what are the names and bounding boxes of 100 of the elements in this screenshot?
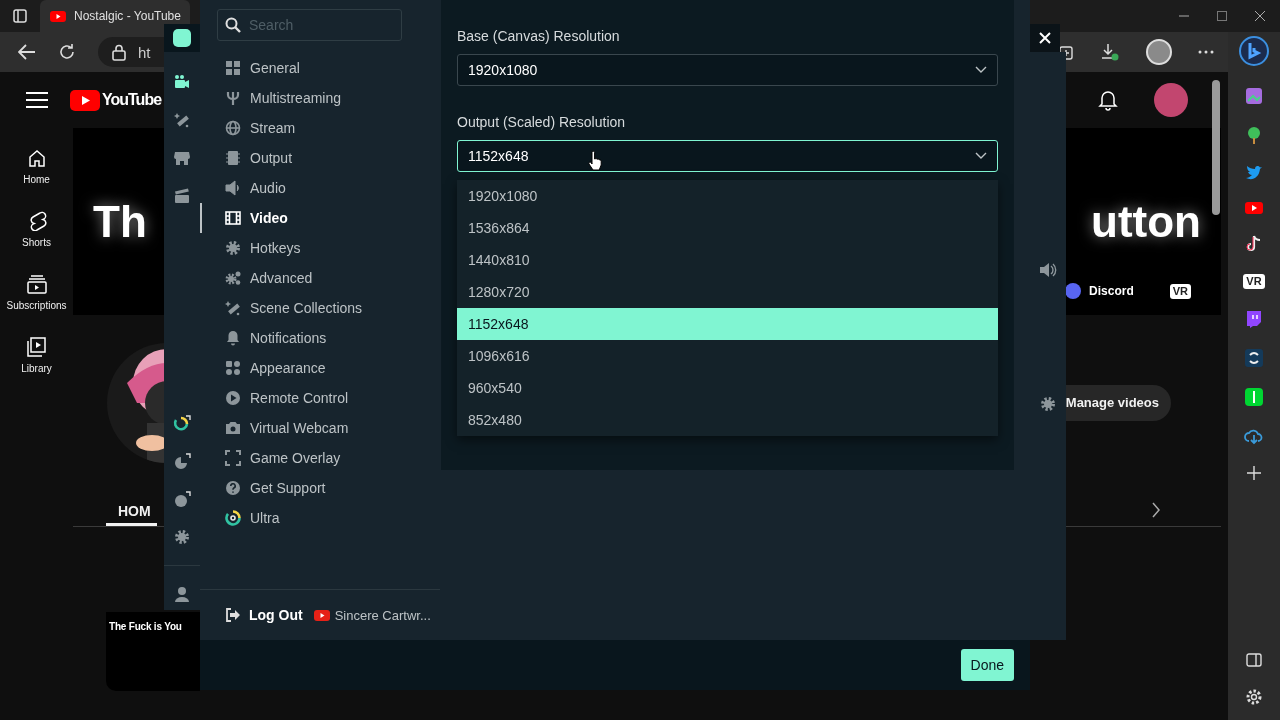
- dropdown-option[interactable]: 960x540: [457, 372, 998, 404]
- note-icon[interactable]: [1245, 235, 1263, 253]
- profile-avatar[interactable]: [1146, 39, 1172, 65]
- tree-icon[interactable]: [1245, 126, 1263, 144]
- banner-text: utton: [1091, 196, 1201, 247]
- manage-videos-button[interactable]: Manage videos: [1063, 384, 1171, 421]
- video-camera-icon[interactable]: [174, 74, 190, 90]
- settings-nav-item[interactable]: Advanced: [200, 263, 440, 293]
- nav-item[interactable]: Subscriptions: [6, 274, 67, 311]
- close-icon[interactable]: [1254, 10, 1266, 22]
- field-label: Base (Canvas) Resolution: [457, 28, 621, 44]
- user-icon[interactable]: [174, 586, 190, 602]
- nav-item[interactable]: Home: [23, 148, 50, 185]
- settings-nav-item[interactable]: Stream: [200, 113, 440, 143]
- close-icon: [1039, 32, 1051, 44]
- hand-cursor-icon: [588, 151, 602, 171]
- logout-icon: [225, 607, 241, 623]
- lock-icon: [112, 43, 126, 61]
- chevron-right-icon[interactable]: [1151, 502, 1161, 518]
- wand-icon[interactable]: [174, 112, 190, 128]
- side-panel-icon[interactable]: [1246, 653, 1262, 667]
- image-creator-icon[interactable]: [1245, 87, 1263, 105]
- back-icon[interactable]: [18, 43, 36, 61]
- close-button[interactable]: [1030, 24, 1060, 52]
- nav-item[interactable]: Library: [21, 337, 52, 374]
- channel-avatar[interactable]: [1154, 83, 1188, 117]
- field-label: Output (Scaled) Resolution: [457, 114, 627, 130]
- scrollbar-thumb[interactable]: [1212, 80, 1220, 215]
- settings-nav-item[interactable]: Scene Collections: [200, 293, 440, 323]
- settings-icon[interactable]: [174, 529, 190, 545]
- speaker-icon: [225, 180, 241, 196]
- subscriptions-icon: [26, 274, 47, 294]
- settings-nav-item[interactable]: Game Overlay: [200, 443, 440, 473]
- banner-text: Th: [93, 196, 147, 247]
- bell-icon: [225, 330, 241, 346]
- menu-icon[interactable]: [26, 91, 48, 109]
- chat-icon[interactable]: [1245, 310, 1263, 328]
- settings-nav-item[interactable]: Audio: [200, 173, 440, 203]
- vr-badge[interactable]: VR: [1169, 283, 1191, 299]
- dropdown-option[interactable]: 1096x616: [457, 340, 998, 372]
- channel-tab[interactable]: HOM: [106, 503, 157, 526]
- cloud-download-icon[interactable]: [1244, 427, 1264, 445]
- vr-badge[interactable]: VR: [1243, 274, 1265, 289]
- link-icon[interactable]: [1245, 349, 1263, 367]
- bing-icon[interactable]: [1239, 36, 1269, 66]
- settings-nav-item[interactable]: Notifications: [200, 323, 440, 353]
- refresh-icon[interactable]: [58, 43, 76, 61]
- ring-icon[interactable]: [173, 415, 191, 433]
- pie-icon[interactable]: [173, 453, 191, 471]
- maximize-icon[interactable]: [1216, 10, 1228, 22]
- youtube-icon: [313, 609, 330, 621]
- home-icon: [26, 148, 47, 168]
- settings-nav-item[interactable]: Multistreaming: [200, 83, 440, 113]
- gears-icon: [225, 270, 241, 286]
- youtube-icon: [50, 10, 66, 22]
- film-icon: [225, 210, 241, 226]
- youtube-icon[interactable]: [1245, 202, 1263, 214]
- ring-icon: [225, 510, 241, 526]
- settings-nav-item[interactable]: General: [200, 53, 440, 83]
- download-icon[interactable]: [1100, 43, 1120, 61]
- search-icon: [225, 17, 241, 33]
- dropdown-option[interactable]: 1536x864: [457, 212, 998, 244]
- settings-icon[interactable]: [1040, 396, 1056, 412]
- bell-icon[interactable]: [1098, 89, 1118, 111]
- dropdown-option[interactable]: 1920x1080: [457, 180, 998, 212]
- settings-nav-item[interactable]: Output: [200, 143, 440, 173]
- app-logo[interactable]: [173, 29, 191, 47]
- chevron-down-icon: [975, 152, 987, 160]
- search-field[interactable]: Search: [217, 9, 402, 41]
- dropdown-option[interactable]: 1440x810: [457, 244, 998, 276]
- browser-tab[interactable]: Nostalgic - YouTube: [40, 0, 190, 32]
- dropdown-option[interactable]: 852x480: [457, 404, 998, 436]
- nav-item[interactable]: Shorts: [22, 211, 51, 248]
- tab-actions-icon[interactable]: [12, 8, 28, 24]
- youtube-logo[interactable]: YouTube: [70, 89, 162, 111]
- done-button[interactable]: Done: [960, 649, 1014, 681]
- store-icon[interactable]: [174, 150, 190, 166]
- library-icon: [26, 337, 47, 357]
- dropdown-option[interactable]: 1152x648: [457, 308, 998, 340]
- gear-icon: [225, 240, 241, 256]
- more-icon[interactable]: [1198, 50, 1214, 54]
- resolution-dropdown[interactable]: 1920x1080: [457, 54, 998, 86]
- clapper-icon[interactable]: [174, 188, 190, 204]
- chevron-down-icon: [975, 66, 987, 74]
- settings-nav-item[interactable]: Virtual Webcam: [200, 413, 440, 443]
- bird-icon[interactable]: [1245, 165, 1263, 181]
- wand-icon: [225, 300, 241, 316]
- settings-nav-item[interactable]: Remote Control: [200, 383, 440, 413]
- settings-nav-item[interactable]: Ultra: [200, 503, 440, 533]
- settings-nav-item[interactable]: Appearance: [200, 353, 440, 383]
- volume-icon[interactable]: [1039, 262, 1057, 278]
- video-thumbnail[interactable]: The Fuck is You: [106, 612, 200, 691]
- settings-nav-item[interactable]: Get Support: [200, 473, 440, 503]
- thumbnail-text: The Fuck is You: [109, 621, 182, 632]
- discord-link[interactable]: Discord: [1065, 283, 1134, 299]
- resolution-dropdown[interactable]: 1152x648: [457, 140, 998, 172]
- settings-nav-item[interactable]: Hotkeys: [200, 233, 440, 263]
- plus-icon[interactable]: [1247, 466, 1261, 480]
- dropdown-option[interactable]: 1280x720: [457, 276, 998, 308]
- log-out-button[interactable]: Log Out: [225, 607, 303, 623]
